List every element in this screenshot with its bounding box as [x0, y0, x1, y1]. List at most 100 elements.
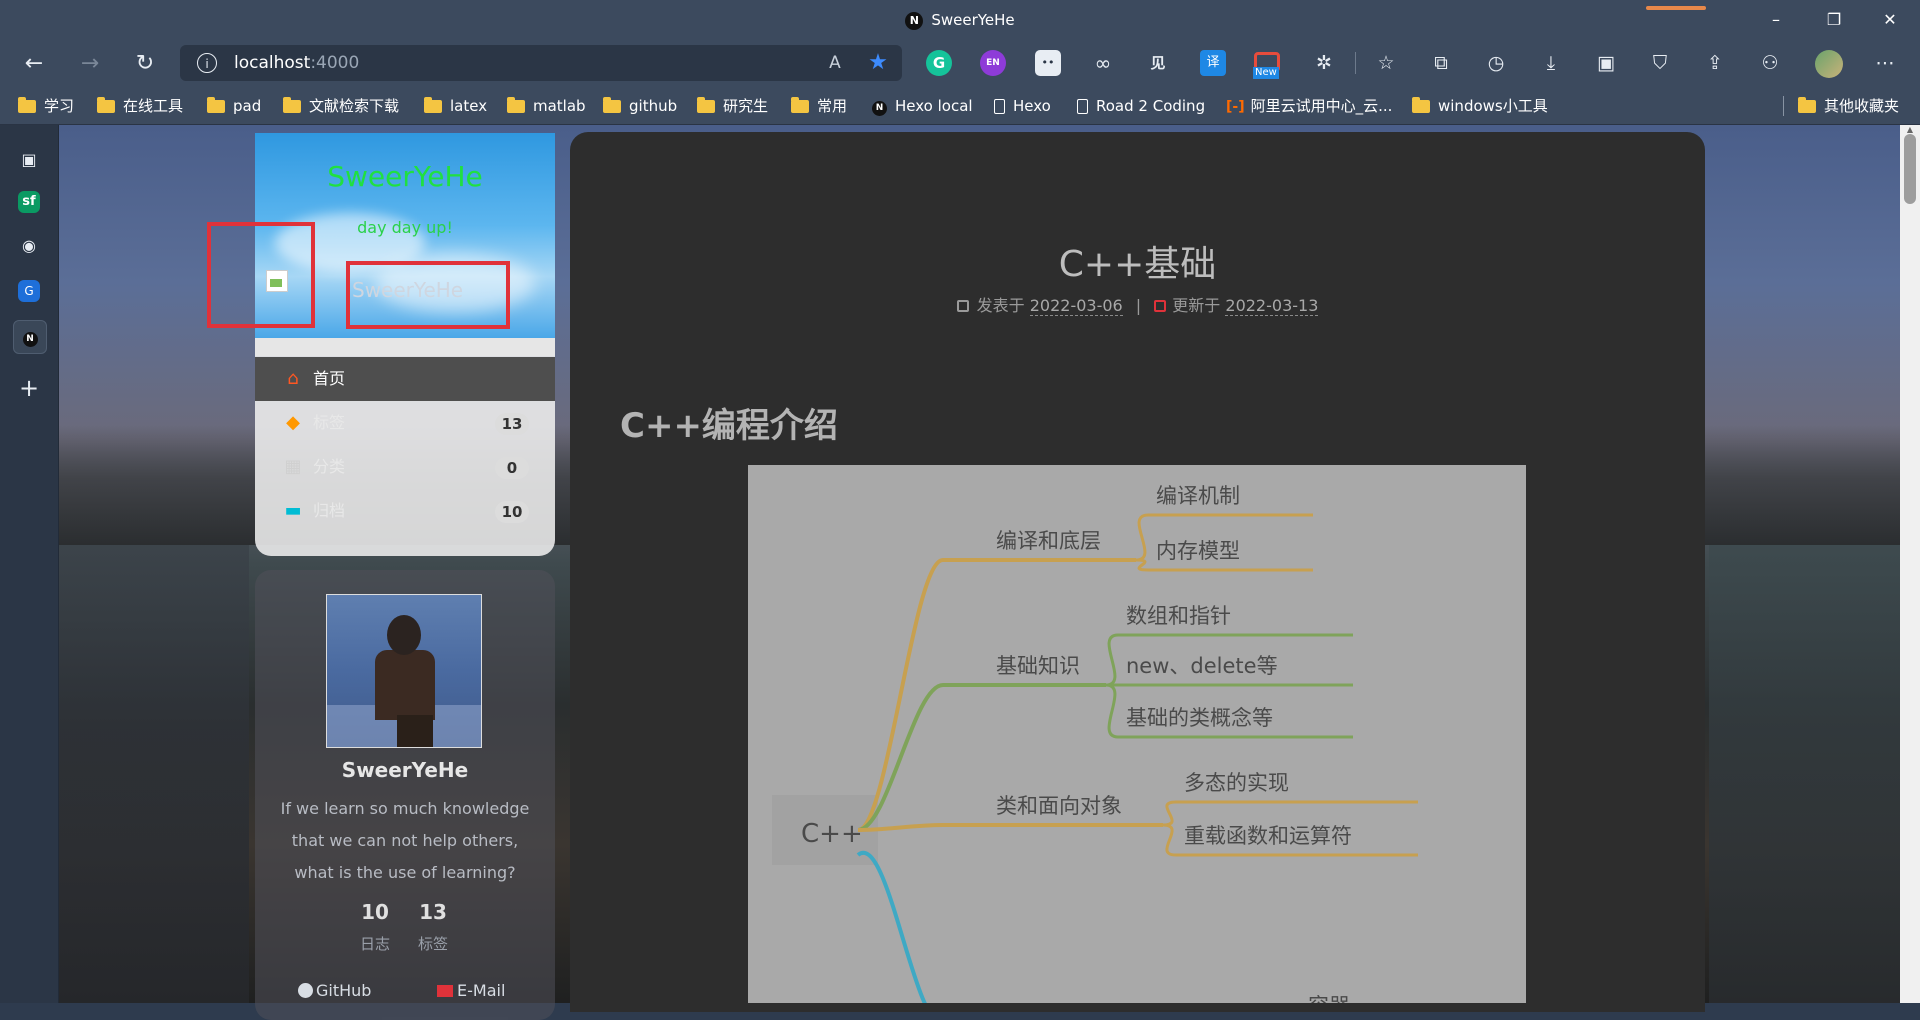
calendar-check-icon [1154, 300, 1167, 312]
bookmark-folder[interactable]: matlab [507, 92, 586, 120]
mindmap-child-connector [1135, 558, 1149, 572]
menu-item-home[interactable]: ⌂ 首页 [255, 357, 555, 401]
menu-item-categories[interactable]: ▦ 分类 0 [255, 445, 555, 489]
back-button[interactable]: ← [16, 48, 52, 80]
history-icon[interactable]: ◷ [1482, 49, 1510, 77]
mindmap-child-connector [1135, 513, 1149, 562]
bookmark-label: 在线工具 [123, 97, 184, 115]
bookmark-label: 研究生 [723, 97, 769, 115]
bookmark-folder[interactable]: pad [207, 92, 261, 120]
tab-actions-icon[interactable]: ▣ [13, 144, 45, 176]
infinity-icon[interactable]: ∞ [1090, 50, 1116, 76]
en-extension-icon[interactable]: EN [980, 50, 1006, 76]
bookmark-folder[interactable]: github [603, 92, 677, 120]
bookmark-label: matlab [533, 97, 586, 115]
menu-item-archives[interactable]: ▬ 归档 10 [255, 489, 555, 533]
notion-rail-icon[interactable]: N [13, 320, 47, 354]
header-divider [255, 338, 555, 356]
address-text[interactable]: localhost:4000 [234, 50, 359, 76]
google-translate-icon[interactable]: G [18, 280, 40, 302]
mindmap-branch-label: 容器 [1308, 994, 1350, 1003]
add-rail-icon[interactable]: + [13, 372, 45, 404]
home-icon: ⌂ [287, 368, 299, 389]
mindmap-child-label: 编译机制 [1156, 484, 1240, 508]
bookmark-folder[interactable]: 在线工具 [97, 92, 183, 120]
folder-icon [603, 97, 621, 113]
browser-essentials-icon[interactable]: ⛉ [1646, 49, 1674, 77]
post-title: C++基础 [1058, 244, 1217, 285]
mindmap-child-label: 数组和指针 [1126, 604, 1231, 628]
read-aloud-icon[interactable]: A [822, 50, 848, 76]
translate-icon[interactable]: 译 [1200, 50, 1226, 76]
highlight-box-image [207, 222, 315, 328]
close-window-button[interactable]: ✕ [1862, 0, 1918, 40]
bookmark-folder[interactable]: 文献检索下载 [283, 92, 399, 120]
stat-tags-count[interactable]: 13 [403, 900, 463, 924]
bookmark-label: pad [233, 97, 262, 115]
bookmark-label: Hexo local [895, 97, 973, 115]
favorite-star-icon[interactable]: ★ [864, 49, 892, 77]
bilibili-icon[interactable]: •• [1035, 50, 1061, 76]
share-icon[interactable]: ⇪ [1701, 49, 1729, 77]
forward-button[interactable]: → [72, 48, 108, 80]
restore-button[interactable]: ❐ [1806, 0, 1862, 40]
github-rail-icon[interactable]: ◉ [13, 230, 45, 262]
bookmark-label: Road 2 Coding [1096, 97, 1206, 115]
email-link[interactable]: E-Mail [437, 980, 505, 1002]
folder-icon [424, 97, 442, 113]
collections-icon[interactable]: ⧉ [1427, 49, 1455, 77]
site-title[interactable]: SweerYeHe [255, 160, 555, 193]
extensions-puzzle-icon[interactable]: ✲ [1310, 49, 1338, 77]
bookmark-folder[interactable]: 研究生 [697, 92, 768, 120]
mindmap-child-label: 多态的实现 [1184, 771, 1289, 795]
bookmark-link[interactable]: Hexo [994, 92, 1051, 120]
refresh-button[interactable]: ↻ [127, 48, 163, 80]
aliyun-icon: [-] [1226, 99, 1245, 115]
mindmap-child-label: 内存模型 [1156, 539, 1240, 563]
github-link[interactable]: GitHub [298, 980, 371, 1002]
mindmap-connectors [856, 513, 1418, 1003]
bookmark-link[interactable]: [-] 阿里云试用中心_云... [1226, 92, 1392, 120]
posted-date: 2022-03-06 [1029, 296, 1123, 316]
github-icon [298, 983, 313, 998]
bookmark-folder[interactable]: latex [424, 92, 487, 120]
minimize-button[interactable]: – [1748, 0, 1804, 40]
bookmark-label: github [629, 97, 678, 115]
bookmark-link[interactable]: N Hexo local [872, 92, 973, 120]
sf-icon[interactable]: sf [18, 191, 40, 213]
menu-item-tags[interactable]: ◆ 标签 13 [255, 401, 555, 445]
math-solver-icon[interactable]: ▣ [1592, 49, 1620, 77]
downloads-icon[interactable]: ⤓ [1537, 49, 1565, 77]
bookmark-folder[interactable]: 学习 [18, 92, 74, 120]
url-port: :4000 [310, 53, 360, 73]
folder-icon [18, 97, 36, 113]
toolbar-divider [1355, 52, 1356, 74]
more-menu-icon[interactable]: ⋯ [1871, 49, 1899, 77]
scroll-thumb[interactable] [1904, 134, 1916, 204]
workspaces-icon[interactable]: ⚇ [1756, 49, 1784, 77]
grammarly-icon[interactable]: G [926, 50, 952, 76]
other-favorites-folder[interactable]: 其他收藏夹 [1798, 92, 1899, 120]
mindmap-child-connector [1105, 633, 1119, 687]
folder-icon [697, 97, 715, 113]
site-info-icon[interactable]: i [197, 53, 217, 73]
bookmarks-divider [1783, 96, 1784, 116]
mindmap-branch-label: 编译和底层 [996, 529, 1101, 553]
bookmark-label: windows小工具 [1438, 97, 1548, 115]
favorites-icon[interactable]: ☆ [1372, 49, 1400, 77]
bookmark-folder[interactable]: windows小工具 [1412, 92, 1548, 120]
bookmark-link[interactable]: Road 2 Coding [1077, 92, 1205, 120]
stat-tags-label[interactable]: 标签 [403, 933, 463, 954]
mail-icon [437, 985, 453, 997]
stat-posts-label[interactable]: 日志 [345, 933, 405, 954]
jian-icon[interactable]: 见 [1145, 50, 1171, 76]
bookmark-label: 阿里云试用中心_云... [1250, 97, 1393, 115]
notion-icon: N [872, 101, 887, 116]
scroll-up-arrow[interactable]: ▲ [1904, 126, 1916, 134]
page-scrollbar[interactable] [1900, 125, 1920, 1003]
profile-avatar[interactable] [1815, 50, 1843, 78]
stat-posts-count[interactable]: 10 [345, 900, 405, 924]
author-name: SweerYeHe [341, 758, 469, 782]
bookmark-folder[interactable]: 常用 [791, 92, 847, 120]
mindmap-child-label: new、delete等 [1126, 654, 1278, 678]
